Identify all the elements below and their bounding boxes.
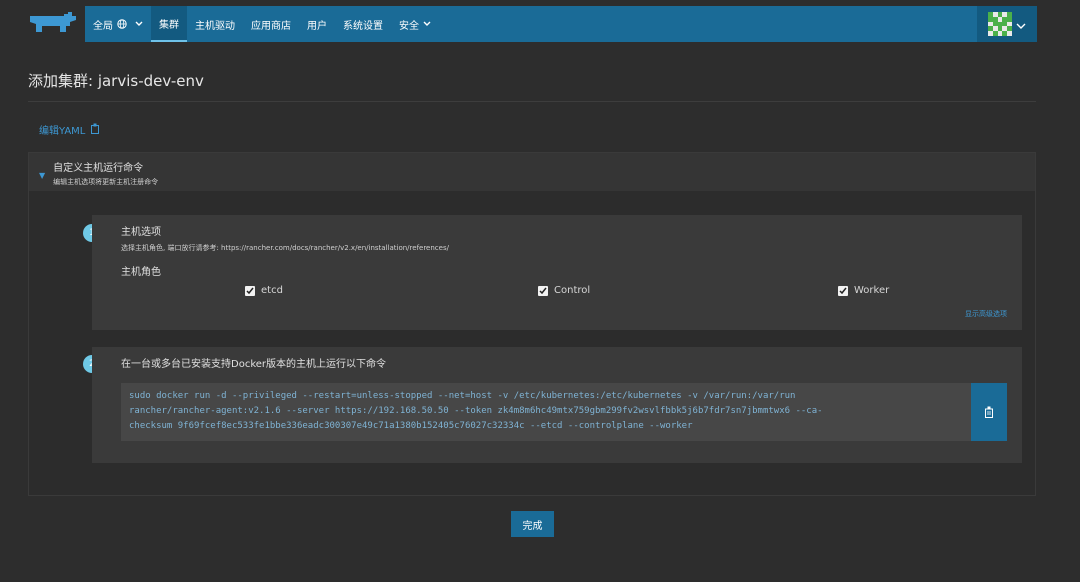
nav-settings[interactable]: 系统设置: [335, 6, 391, 42]
role-worker-label: Worker: [854, 285, 890, 296]
nav-settings-label: 系统设置: [343, 20, 383, 32]
checkbox-checked-icon: [538, 285, 548, 296]
node-options-section: 主机选项 选择主机角色, 端口放行请参考: https://rancher.co…: [92, 215, 1022, 330]
panel-header[interactable]: ▼ 自定义主机运行命令 编辑主机选项将更新主机注册命令: [29, 153, 1035, 191]
role-control-checkbox[interactable]: Control: [538, 285, 590, 296]
role-worker-checkbox[interactable]: Worker: [838, 285, 889, 296]
panel-subtitle: 编辑主机选项将更新主机注册命令: [53, 178, 159, 186]
globe-icon: [117, 19, 127, 29]
custom-node-command-panel: ▼ 自定义主机运行命令 编辑主机选项将更新主机注册命令 1 主机选项 选择主机角…: [28, 152, 1036, 496]
run-command-section: 在一台或多台已安装支持Docker版本的主机上运行以下命令 sudo docke…: [92, 347, 1022, 463]
node-roles-label: 主机角色: [121, 267, 161, 278]
copy-icon: [984, 403, 994, 422]
node-options-desc: 选择主机角色, 端口放行请参考: https://rancher.com/doc…: [121, 244, 449, 252]
copy-command-button[interactable]: [971, 383, 1007, 441]
chevron-down-icon: [1016, 15, 1026, 34]
user-menu[interactable]: [977, 6, 1037, 42]
chevron-down-icon: [423, 21, 431, 27]
nav-node-drivers[interactable]: 主机驱动: [187, 6, 243, 42]
command-line: checksum 9f69fcef8ec533fe1bbe336eadc3003…: [129, 421, 693, 431]
command-line: sudo docker run -d --privileged --restar…: [129, 391, 796, 401]
nav-clusters[interactable]: 集群: [151, 6, 187, 42]
nav-catalogs[interactable]: 应用商店: [243, 6, 299, 42]
copy-icon: [90, 123, 100, 137]
role-control-label: Control: [554, 285, 591, 296]
done-button[interactable]: 完成: [511, 511, 554, 537]
nav-global-label: 全局: [93, 20, 113, 32]
role-etcd-label: etcd: [261, 285, 283, 296]
page-title: 添加集群: jarvis-dev-env: [28, 72, 204, 90]
role-etcd-checkbox[interactable]: etcd: [245, 285, 283, 296]
nav-clusters-label: 集群: [159, 19, 179, 31]
nav-users-label: 用户: [307, 20, 327, 32]
edit-yaml-label: 编辑YAML: [39, 126, 86, 137]
top-navbar: 全局 集群 主机驱动 应用商店 用户 系统设置 安全: [85, 6, 1037, 42]
command-line: rancher/rancher-agent:v2.1.6 --server ht…: [129, 406, 823, 416]
node-options-title: 主机选项: [121, 227, 161, 238]
checkbox-checked-icon: [838, 285, 848, 296]
nav-catalogs-label: 应用商店: [251, 20, 291, 32]
rancher-logo[interactable]: [28, 10, 78, 36]
checkbox-checked-icon: [245, 285, 255, 296]
run-command-title: 在一台或多台已安装支持Docker版本的主机上运行以下命令: [121, 359, 387, 370]
nav-security-label: 安全: [399, 20, 419, 32]
panel-title: 自定义主机运行命令: [53, 163, 144, 174]
divider: [28, 101, 1036, 102]
edit-yaml-link[interactable]: 编辑YAML: [39, 122, 100, 137]
avatar: [988, 12, 1012, 36]
nav-security[interactable]: 安全: [391, 6, 439, 42]
docker-command-text[interactable]: sudo docker run -d --privileged --restar…: [121, 383, 973, 441]
nav-global[interactable]: 全局: [85, 6, 151, 42]
nav-users[interactable]: 用户: [299, 6, 335, 42]
caret-down-icon: ▼: [39, 171, 46, 180]
nav-node-drivers-label: 主机驱动: [195, 20, 235, 32]
show-advanced-options-link[interactable]: 显示高级选项: [965, 309, 1007, 319]
chevron-down-icon: [135, 21, 143, 27]
